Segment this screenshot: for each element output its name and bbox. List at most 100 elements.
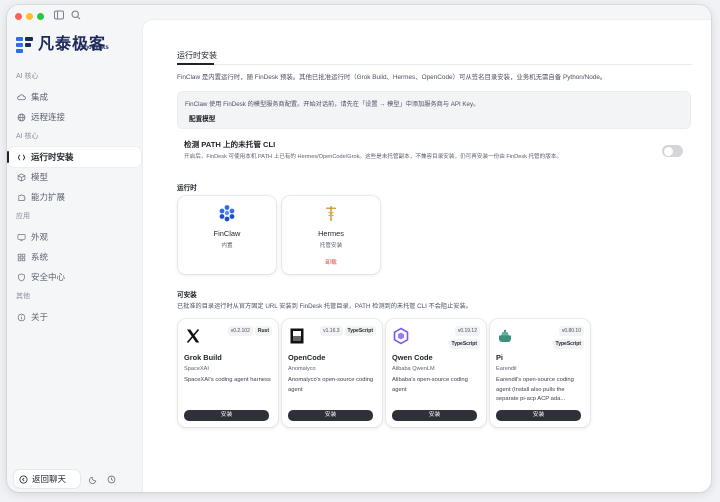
package-card-qwen-code: v0.19.12 TypeScript Qwen Code Alibaba Qw… bbox=[386, 319, 486, 427]
back-circle-icon bbox=[19, 474, 28, 484]
clock-icon[interactable] bbox=[107, 475, 116, 484]
package-card-opencode: v1.16.3 TypeScript OpenCode Anomalyco An… bbox=[282, 319, 382, 427]
package-description: Anomalyco's open-source coding agent bbox=[288, 377, 374, 393]
sidebar-nav: AI 核心 集成 远程连接 AI 核心 运行时安装 模型 能力扩展 应用 外观 … bbox=[7, 67, 142, 327]
minimize-window-button[interactable] bbox=[26, 12, 33, 20]
package-description: Alibaba's open-source coding agent bbox=[392, 377, 468, 393]
sidebar-item-label: 能力扩展 bbox=[31, 192, 66, 202]
intro-text: FinClaw 是内置运行时，随 FinDesk 预装。其他已批准运行时（Gro… bbox=[177, 74, 607, 81]
runtime-card-finclaw[interactable]: FinClaw 内置 bbox=[178, 196, 276, 274]
nav-section-title: 应用 bbox=[16, 213, 30, 220]
sidebar-item-models[interactable]: 模型 bbox=[8, 167, 141, 187]
package-vendor: Anomalyco bbox=[288, 366, 316, 372]
back-to-chat-button[interactable]: 返回聊天 bbox=[14, 470, 81, 488]
extension-icon bbox=[18, 193, 26, 201]
runtime-section-title: 运行时 bbox=[177, 185, 197, 192]
install-button[interactable]: 安装 bbox=[496, 410, 581, 421]
detect-path-toggle[interactable] bbox=[662, 145, 683, 157]
detect-title: 检测 PATH 上的未托管 CLI bbox=[184, 140, 276, 149]
active-tab-indicator bbox=[177, 63, 214, 65]
sidebar-item-integrations[interactable]: 集成 bbox=[8, 87, 141, 107]
uninstall-button[interactable]: 卸载 bbox=[282, 257, 380, 266]
sidebar-footer: 返回聊天 bbox=[14, 470, 116, 488]
app-window: 凡泰极客 Finogeeks AI 核心 集成 远程连接 AI 核心 运行时安装… bbox=[7, 5, 711, 492]
language-badge: TypeScript bbox=[344, 326, 376, 336]
sidebar-item-appearance[interactable]: 外观 bbox=[8, 227, 141, 247]
available-section-title: 可安装 bbox=[177, 292, 197, 299]
back-to-chat-label: 返回聊天 bbox=[32, 474, 67, 484]
cloud-icon bbox=[17, 93, 26, 100]
main-panel: 运行时安装 FinClaw 是内置运行时，随 FinDesk 预装。其他已批准运… bbox=[143, 20, 711, 492]
runtime-status: 托管安装 bbox=[319, 243, 343, 249]
install-button[interactable]: 安装 bbox=[184, 410, 269, 421]
x-logo-icon bbox=[186, 328, 200, 344]
package-name: Pi bbox=[496, 353, 503, 362]
package-card-pi: v0.80.10 TypeScript Pi Earendil Earendil… bbox=[490, 319, 590, 427]
qwen-logo-icon bbox=[393, 327, 409, 345]
maximize-window-button[interactable] bbox=[37, 12, 44, 20]
sidebar-item-extensions[interactable]: 能力扩展 bbox=[8, 187, 141, 207]
sidebar-item-about[interactable]: 关于 bbox=[8, 307, 141, 327]
detect-path-setting: 检测 PATH 上的未托管 CLI 开启后，FinDesk 可使用本机 PATH… bbox=[177, 136, 691, 164]
nav-section-title: 其他 bbox=[16, 293, 30, 300]
nav-section-title: AI 核心 bbox=[16, 133, 39, 140]
language-badge: Rust bbox=[254, 326, 272, 336]
package-name: Grok Build bbox=[184, 353, 222, 362]
tab-divider bbox=[177, 64, 692, 65]
sidebar-item-label: 运行时安装 bbox=[31, 152, 74, 162]
version-badge: v1.16.3 bbox=[320, 326, 343, 336]
package-description: SpaceXAI's coding agent harness bbox=[184, 377, 271, 383]
sidebar-item-label: 模型 bbox=[31, 172, 49, 182]
search-icon[interactable] bbox=[70, 9, 82, 21]
package-card-grok-build: v0.2.102 Rust Grok Build SpaceXAI SpaceX… bbox=[178, 319, 278, 427]
package-description: Earendil's open-source coding agent (Ins… bbox=[496, 377, 574, 402]
finogeeks-logo-icon bbox=[16, 37, 33, 53]
moon-icon[interactable] bbox=[89, 475, 98, 484]
configure-model-button[interactable]: 配置模型 bbox=[189, 113, 215, 123]
close-window-button[interactable] bbox=[15, 12, 22, 20]
runtime-icon bbox=[17, 154, 26, 160]
version-badge: v0.2.102 bbox=[227, 326, 253, 336]
install-button[interactable]: 安装 bbox=[392, 410, 477, 421]
sidebar-item-label: 系统 bbox=[31, 252, 49, 262]
language-badge: TypeScript bbox=[448, 339, 480, 349]
version-badge: v0.80.10 bbox=[558, 326, 584, 336]
sidebar-item-label: 关于 bbox=[31, 312, 49, 322]
finclaw-icon bbox=[219, 205, 235, 222]
globe-icon bbox=[17, 113, 26, 121]
sidebar-item-label: 远程连接 bbox=[31, 112, 66, 122]
sidebar-item-system[interactable]: 系统 bbox=[8, 247, 141, 267]
sidebar-item-label: 外观 bbox=[31, 232, 49, 242]
available-description: 已批准的目录运行时从官方固定 URL 安装到 FinDesk 托管目录，PATH… bbox=[177, 303, 472, 310]
sidebar-toggle-icon[interactable] bbox=[53, 9, 65, 21]
opencode-logo-icon bbox=[290, 328, 304, 344]
runtime-card-hermes[interactable]: Hermes 托管安装 卸载 bbox=[282, 196, 380, 274]
runtime-name: FinClaw bbox=[213, 229, 241, 238]
sidebar-item-label: 集成 bbox=[31, 92, 49, 102]
hermes-caduceus-icon bbox=[325, 206, 337, 221]
sidebar: 凡泰极客 Finogeeks AI 核心 集成 远程连接 AI 核心 运行时安装… bbox=[7, 27, 142, 492]
package-vendor: SpaceXAI bbox=[184, 366, 209, 372]
version-badge: v0.19.12 bbox=[454, 326, 480, 336]
monitor-icon bbox=[17, 233, 26, 241]
package-name: OpenCode bbox=[288, 353, 326, 362]
notice-text: FinClaw 使用 FinDesk 的模型服务商配置。开始对话前，请先在「设置… bbox=[185, 101, 480, 108]
sidebar-item-label: 安全中心 bbox=[31, 272, 66, 282]
package-vendor: Earendil bbox=[496, 366, 517, 372]
nav-section-title: AI 核心 bbox=[16, 73, 39, 80]
brand-subtitle: Finogeeks bbox=[79, 45, 109, 51]
sidebar-item-runtime[interactable]: 运行时安装 bbox=[8, 147, 141, 167]
pi-logo-icon bbox=[499, 329, 511, 342]
runtime-status: 内置 bbox=[221, 243, 233, 249]
language-badge: TypeScript bbox=[552, 339, 584, 349]
tab-runtime-install[interactable]: 运行时安装 bbox=[177, 50, 217, 61]
shield-icon bbox=[18, 273, 25, 281]
install-button[interactable]: 安装 bbox=[288, 410, 373, 421]
package-name: Qwen Code bbox=[392, 353, 433, 362]
runtime-name: Hermes bbox=[318, 229, 344, 238]
package-vendor: Alibaba QwenLM bbox=[392, 366, 435, 372]
cube-icon bbox=[17, 172, 26, 182]
sidebar-item-remote[interactable]: 远程连接 bbox=[8, 107, 141, 127]
grid-icon bbox=[17, 253, 26, 261]
sidebar-item-security[interactable]: 安全中心 bbox=[8, 267, 141, 287]
